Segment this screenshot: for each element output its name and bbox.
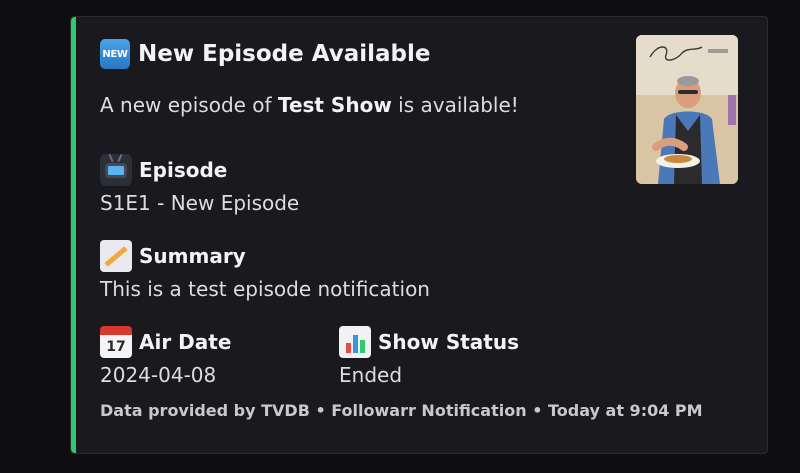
- description-prefix: A new episode of: [100, 93, 278, 117]
- embed-description: A new episode of Test Show is available!: [100, 93, 519, 117]
- embed-title: New Episode Available: [138, 41, 431, 67]
- field-episode: Episode S1E1 - New Episode: [100, 153, 300, 215]
- field-value-episode: S1E1 - New Episode: [100, 191, 300, 215]
- bar-chart-icon: [339, 326, 371, 358]
- field-name-show-status: Show Status: [378, 330, 519, 354]
- notification-embed: NEW New Episode Available A new episode …: [70, 16, 768, 454]
- new-emoji-icon: NEW: [100, 39, 130, 69]
- field-value-show-status: Ended: [339, 363, 403, 387]
- show-poster-image[interactable]: [636, 35, 738, 184]
- field-show-status: Show Status Ended: [339, 326, 519, 387]
- field-air-date: 17 Air Date 2024-04-08: [100, 326, 232, 387]
- footer-separator: •: [532, 401, 543, 420]
- description-suffix: is available!: [391, 93, 519, 117]
- television-icon: [100, 153, 132, 186]
- embed-accent-bar: [71, 17, 76, 453]
- calendar-icon: 17: [100, 326, 132, 358]
- field-summary: Summary This is a test episode notificat…: [100, 240, 430, 301]
- embed-footer: Data provided by TVDB • Followarr Notifi…: [100, 401, 703, 420]
- field-value-air-date: 2024-04-08: [100, 363, 217, 387]
- field-name-air-date: Air Date: [139, 330, 232, 354]
- poster-art: [636, 35, 738, 184]
- memo-icon: [100, 240, 132, 272]
- footer-timestamp: Today at 9:04 PM: [548, 401, 703, 420]
- show-name: Test Show: [277, 93, 392, 117]
- footer-text: Data provided by TVDB • Followarr Notifi…: [100, 401, 527, 420]
- field-value-summary: This is a test episode notification: [100, 277, 430, 301]
- field-name-summary: Summary: [139, 244, 246, 268]
- field-name-episode: Episode: [139, 158, 228, 182]
